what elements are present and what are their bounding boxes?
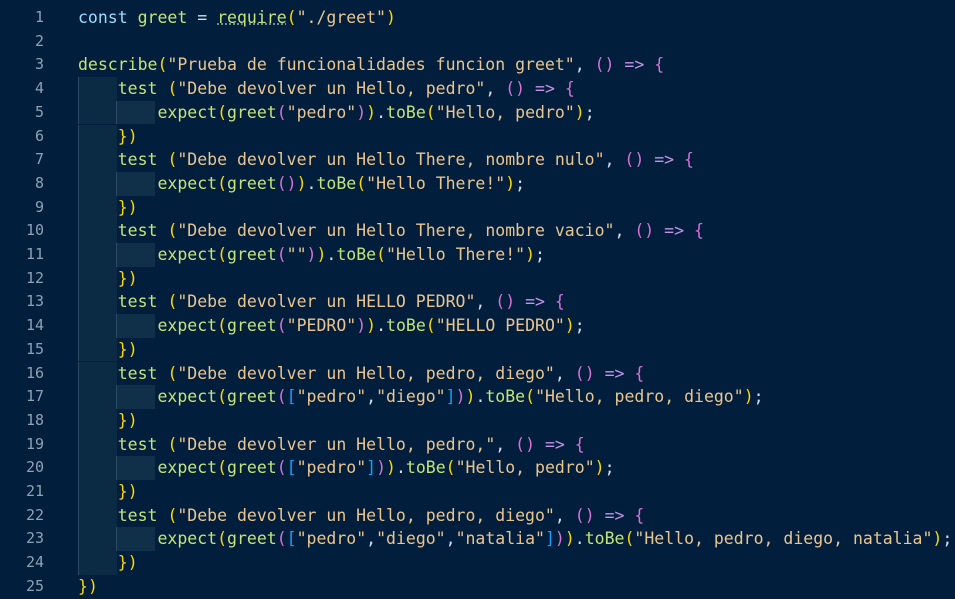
line-number: 6	[34, 126, 44, 145]
code-line[interactable]: 19 test ("Debe devolver un Hello, pedro,…	[0, 432, 955, 457]
line-number: 15	[25, 339, 44, 358]
code-line[interactable]: 14 expect(greet("PEDRO")).toBe("HELLO PE…	[0, 314, 955, 338]
code-text: expect(greet(["pedro"])).toBe("Hello, pe…	[157, 458, 615, 478]
code-line[interactable]: 7 test ("Debe devolver un Hello There, n…	[0, 148, 955, 172]
code-line[interactable]: 17 expect(greet(["pedro","diego"])).toBe…	[0, 385, 955, 409]
line-number: 4	[34, 79, 44, 98]
code-text: expect(greet("pedro")).toBe("Hello, pedr…	[157, 102, 595, 122]
line-number: 12	[25, 268, 44, 287]
code-text: test ("Debe devolver un Hello There, nom…	[117, 221, 704, 241]
code-text: test ("Debe devolver un Hello, pedro, di…	[117, 363, 645, 383]
code-line[interactable]: 8 expect(greet()).toBe("Hello There!");	[0, 171, 955, 196]
code-text: expect(greet(["pedro","diego","natalia"]…	[157, 529, 953, 549]
line-number: 3	[34, 55, 44, 74]
line-number: 10	[25, 221, 44, 240]
code-text: expect(greet()).toBe("Hello There!");	[157, 173, 526, 193]
line-number: 1	[34, 8, 44, 26]
line-number: 21	[25, 482, 44, 500]
code-line[interactable]: 15 })	[0, 337, 955, 362]
code-text: test ("Debe devolver un Hello, pedro,", …	[117, 434, 585, 454]
code-line[interactable]: 16 test ("Debe devolver un Hello, pedro,…	[0, 361, 955, 386]
code-line[interactable]: 11 expect(greet("")).toBe("Hello There!"…	[0, 243, 955, 267]
code-text: expect(greet(["pedro","diego"])).toBe("H…	[157, 387, 764, 407]
code-line[interactable]: 5 expect(greet("pedro")).toBe("Hello, pe…	[0, 100, 955, 125]
code-text: test ("Debe devolver un Hello, pedro", (…	[117, 79, 575, 99]
code-line[interactable]: 2	[0, 30, 955, 54]
code-line[interactable]: 9 })	[0, 195, 955, 220]
line-number: 22	[25, 505, 44, 524]
code-line[interactable]: 24 })	[0, 551, 955, 575]
code-line[interactable]: 21 })	[0, 480, 955, 504]
line-number: 2	[34, 31, 44, 50]
line-number: 9	[34, 197, 44, 216]
code-line[interactable]: 12 })	[0, 266, 955, 291]
line-number: 23	[25, 529, 44, 548]
code-line[interactable]: 6 })	[0, 124, 955, 149]
line-number: 13	[25, 292, 44, 311]
code-line[interactable]: 18 })	[0, 408, 955, 433]
line-number: 8	[34, 173, 44, 192]
code-text: })	[117, 268, 138, 288]
line-number: 7	[34, 150, 44, 169]
code-line[interactable]: 22 test ("Debe devolver un Hello, pedro,…	[0, 503, 955, 528]
code-line[interactable]: 10 test ("Debe devolver un Hello There, …	[0, 219, 955, 243]
line-number: 5	[34, 102, 44, 121]
line-number: 17	[25, 387, 44, 406]
code-text: })	[117, 126, 138, 146]
code-text: })	[78, 576, 98, 596]
code-text: expect(greet("PEDRO")).toBe("HELLO PEDRO…	[157, 316, 585, 336]
code-text: test ("Debe devolver un Hello, pedro, di…	[117, 505, 645, 525]
code-text: expect(greet("")).toBe("Hello There!");	[157, 245, 545, 264]
code-text: })	[117, 482, 138, 501]
code-line[interactable]: 20 expect(greet(["pedro"])).toBe("Hello,…	[0, 456, 955, 480]
code-text: test ("Debe devolver un Hello There, nom…	[117, 150, 694, 170]
code-editor[interactable]: 1 const greet = require("./greet") 2 3 descr…	[0, 0, 955, 599]
line-number: 11	[25, 245, 44, 263]
code-text: })	[117, 339, 138, 359]
code-line[interactable]: 25})	[0, 575, 955, 599]
line-number: 18	[25, 410, 44, 429]
code-line[interactable]: 4 test ("Debe devolver un Hello, pedro",…	[0, 77, 955, 101]
code-text: })	[117, 197, 138, 217]
code-text: describe("Prueba de funcionalidades func…	[78, 55, 665, 75]
code-text: })	[117, 410, 138, 430]
line-number: 14	[25, 316, 44, 335]
line-number: 19	[25, 434, 44, 453]
code-line[interactable]: 23 expect(greet(["pedro","diego","natali…	[0, 527, 955, 552]
line-number: 20	[25, 458, 44, 477]
line-number: 24	[25, 553, 44, 572]
line-number: 16	[25, 363, 44, 382]
code-line[interactable]: 1 const greet = require("./greet")	[0, 6, 955, 30]
line-number: 25	[25, 576, 44, 595]
code-text: })	[117, 553, 138, 573]
code-text: test ("Debe devolver un HELLO PEDRO", ()…	[117, 292, 565, 312]
code-text: const greet = require("./greet")	[78, 8, 396, 27]
code-line[interactable]: 3 describe("Prueba de funcionalidades fun…	[0, 53, 955, 77]
code-line[interactable]: 13 test ("Debe devolver un HELLO PEDRO",…	[0, 290, 955, 315]
